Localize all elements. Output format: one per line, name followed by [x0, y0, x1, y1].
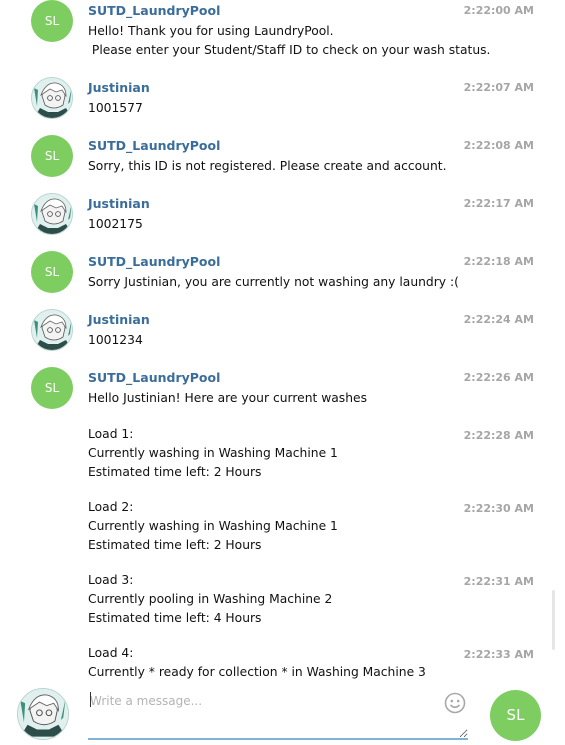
text-caret — [90, 692, 91, 707]
sender-name[interactable]: SUTD_LaundryPool — [88, 254, 220, 269]
message-text: Sorry, this ID is not registered. Please… — [88, 159, 447, 173]
anime-avatar-icon — [18, 689, 68, 739]
timestamp: 2:22:08 AM — [463, 139, 534, 152]
message-text: Load 4: Currently * ready for collection… — [88, 646, 426, 679]
bot-avatar[interactable]: SL — [31, 135, 73, 177]
send-as-avatar[interactable]: SL — [490, 690, 541, 741]
message-text: Hello Justinian! Here are your current w… — [88, 391, 367, 405]
timestamp: 2:22:31 AM — [463, 575, 534, 588]
anime-avatar-icon — [32, 78, 72, 118]
timestamp: 2:22:07 AM — [463, 81, 534, 94]
smiley-icon[interactable] — [444, 692, 466, 714]
anime-avatar-icon — [32, 310, 72, 350]
message-history[interactable]: SL SUTD_LaundryPool 2:22:00 AM Hello! Th… — [0, 0, 565, 684]
sender-name[interactable]: SUTD_LaundryPool — [88, 3, 220, 18]
message-text: 1001234 — [88, 333, 143, 347]
bot-avatar[interactable]: SL — [31, 0, 73, 42]
timestamp: 2:22:28 AM — [463, 429, 534, 442]
timestamp: 2:22:24 AM — [463, 313, 534, 326]
message-text: 1001577 — [88, 101, 143, 115]
message-text: 1002175 — [88, 217, 143, 231]
user-avatar[interactable] — [31, 309, 73, 351]
user-avatar[interactable] — [31, 193, 73, 235]
anime-avatar-icon — [32, 194, 72, 234]
sender-name[interactable]: SUTD_LaundryPool — [88, 370, 220, 385]
sender-name[interactable]: Justinian — [88, 312, 150, 327]
message-input[interactable] — [88, 690, 468, 740]
timestamp: 2:22:00 AM — [463, 4, 534, 17]
message-text: Sorry Justinian, you are currently not w… — [88, 275, 459, 289]
message-text: Load 2: Currently washing in Washing Mac… — [88, 500, 338, 552]
timestamp: 2:22:33 AM — [463, 648, 534, 661]
user-avatar[interactable] — [31, 77, 73, 119]
sender-name[interactable]: SUTD_LaundryPool — [88, 138, 220, 153]
message-text: Load 1: Currently washing in Washing Mac… — [88, 427, 338, 479]
timestamp: 2:22:30 AM — [463, 502, 534, 515]
message-text: Load 3: Currently pooling in Washing Mac… — [88, 573, 333, 625]
message-composer: SL — [0, 684, 565, 745]
sender-name[interactable]: Justinian — [88, 80, 150, 95]
sender-name[interactable]: Justinian — [88, 196, 150, 211]
timestamp: 2:22:26 AM — [463, 371, 534, 384]
timestamp: 2:22:18 AM — [463, 255, 534, 268]
bot-avatar[interactable]: SL — [31, 367, 73, 409]
timestamp: 2:22:17 AM — [463, 197, 534, 210]
message-text: Hello! Thank you for using LaundryPool. … — [88, 24, 491, 57]
bot-avatar[interactable]: SL — [31, 251, 73, 293]
scrollbar[interactable] — [552, 590, 555, 650]
my-avatar[interactable] — [17, 688, 69, 740]
